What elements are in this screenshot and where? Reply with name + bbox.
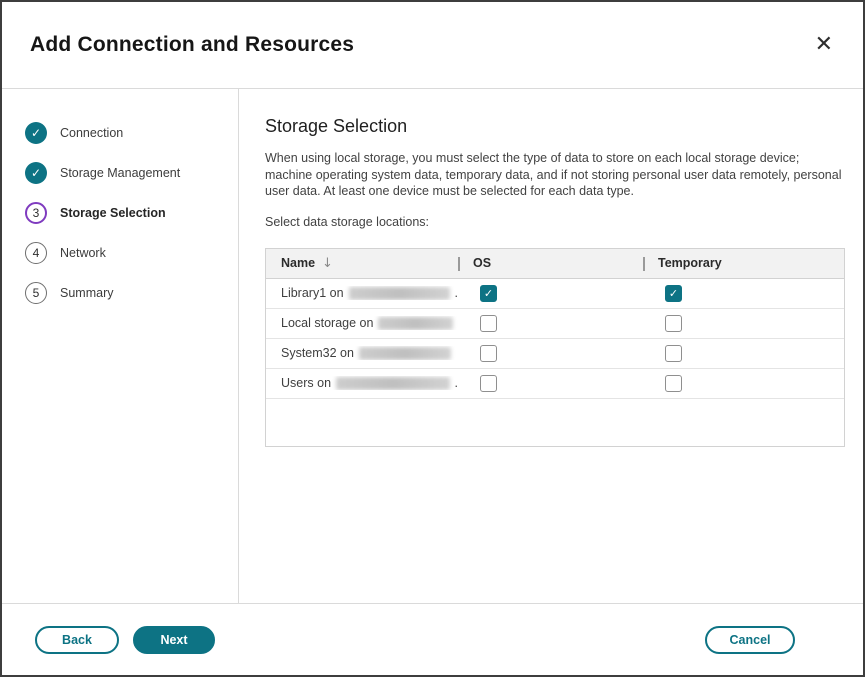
step-complete-check-icon bbox=[25, 162, 47, 184]
storage-name: Users on . bbox=[266, 376, 458, 390]
dialog-header: Add Connection and Resources ✕ bbox=[2, 2, 863, 89]
os-checkbox[interactable] bbox=[480, 375, 497, 392]
column-header-os: OS bbox=[458, 249, 643, 278]
main-content: Storage Selection When using local stora… bbox=[239, 89, 865, 603]
table-row: Users on . bbox=[266, 369, 844, 399]
storage-name-text: Users on bbox=[281, 376, 331, 390]
temporary-checkbox[interactable] bbox=[665, 345, 682, 362]
step-number-icon: 5 bbox=[25, 282, 47, 304]
step-complete-check-icon bbox=[25, 122, 47, 144]
sidebar-step-connection[interactable]: Connection bbox=[25, 113, 238, 153]
next-button[interactable]: Next bbox=[133, 626, 215, 654]
temporary-checkbox[interactable] bbox=[665, 315, 682, 332]
sort-descending-icon: ↓ bbox=[322, 256, 333, 271]
dialog-title: Add Connection and Resources bbox=[30, 33, 354, 57]
sidebar-step-storage-management[interactable]: Storage Management bbox=[25, 153, 238, 193]
step-label: Storage Selection bbox=[60, 206, 166, 220]
step-label: Network bbox=[60, 246, 106, 260]
storage-name: Library1 on . bbox=[266, 286, 458, 300]
temporary-cell bbox=[643, 375, 844, 392]
table-header-row: Name ↓ OS Temporary bbox=[266, 249, 844, 279]
back-button[interactable]: Back bbox=[35, 626, 119, 654]
redacted-host-name bbox=[336, 377, 449, 390]
temporary-cell bbox=[643, 285, 844, 302]
storage-name-text: Library1 on bbox=[281, 286, 344, 300]
column-header-temporary: Temporary bbox=[643, 249, 844, 278]
column-header-name[interactable]: Name ↓ bbox=[266, 249, 458, 278]
table-row: Local storage on bbox=[266, 309, 844, 339]
redacted-host-name bbox=[349, 287, 450, 300]
page-title: Storage Selection bbox=[265, 116, 845, 137]
column-label: OS bbox=[473, 256, 491, 270]
redacted-host-name bbox=[359, 347, 451, 360]
column-separator bbox=[458, 257, 460, 271]
table-empty-area bbox=[266, 399, 844, 446]
step-label: Storage Management bbox=[60, 166, 180, 180]
step-label: Summary bbox=[60, 286, 113, 300]
step-number-icon: 3 bbox=[25, 202, 47, 224]
storage-name-text: Local storage on bbox=[281, 316, 373, 330]
column-label: Name bbox=[281, 256, 315, 270]
description-text: When using local storage, you must selec… bbox=[265, 150, 845, 200]
column-separator bbox=[643, 257, 645, 271]
step-number-icon: 4 bbox=[25, 242, 47, 264]
dialog-body: Connection Storage Management 3 Storage … bbox=[2, 89, 863, 603]
storage-name: System32 on bbox=[266, 346, 458, 360]
column-label: Temporary bbox=[658, 256, 722, 270]
step-label: Connection bbox=[60, 126, 123, 140]
redacted-host-name bbox=[378, 317, 453, 330]
os-checkbox[interactable] bbox=[480, 285, 497, 302]
temporary-cell bbox=[643, 345, 844, 362]
storage-name-text: System32 on bbox=[281, 346, 354, 360]
select-locations-label: Select data storage locations: bbox=[265, 215, 845, 229]
dialog-footer: Back Next Cancel bbox=[2, 603, 863, 675]
os-checkbox[interactable] bbox=[480, 345, 497, 362]
sidebar-step-summary: 5 Summary bbox=[25, 273, 238, 313]
temporary-checkbox[interactable] bbox=[665, 285, 682, 302]
os-cell bbox=[458, 285, 643, 302]
os-checkbox[interactable] bbox=[480, 315, 497, 332]
table-row: Library1 on . bbox=[266, 279, 844, 309]
temporary-cell bbox=[643, 315, 844, 332]
os-cell bbox=[458, 375, 643, 392]
sidebar-step-storage-selection[interactable]: 3 Storage Selection bbox=[25, 193, 238, 233]
close-icon[interactable]: ✕ bbox=[813, 32, 835, 58]
storage-locations-table: Name ↓ OS Temporary Library1 on bbox=[265, 248, 845, 447]
os-cell bbox=[458, 315, 643, 332]
wizard-steps-sidebar: Connection Storage Management 3 Storage … bbox=[2, 89, 239, 603]
storage-name: Local storage on bbox=[266, 316, 458, 330]
os-cell bbox=[458, 345, 643, 362]
cancel-button[interactable]: Cancel bbox=[705, 626, 795, 654]
add-connection-and-resources-dialog: Add Connection and Resources ✕ Connectio… bbox=[0, 0, 865, 677]
sidebar-step-network: 4 Network bbox=[25, 233, 238, 273]
temporary-checkbox[interactable] bbox=[665, 375, 682, 392]
table-row: System32 on bbox=[266, 339, 844, 369]
